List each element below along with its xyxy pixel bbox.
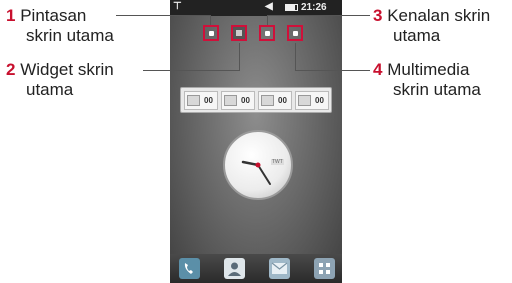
dock-bar: [170, 254, 342, 283]
email-icon: [298, 95, 311, 106]
message-icon[interactable]: [269, 258, 290, 279]
callout-number: 1: [6, 6, 16, 25]
callout-2: 2 Widget skrin utama: [6, 60, 114, 100]
leader-line-2: [143, 70, 239, 71]
clock-brand: TWT: [271, 159, 284, 165]
callout-4: 4 Multimedia skrin utama: [373, 60, 481, 100]
callout-label: Kenalan skrin: [387, 6, 491, 25]
phone-icon[interactable]: [179, 258, 200, 279]
widget-item-email[interactable]: 00: [295, 91, 329, 110]
homescreen-multimedia-marker[interactable]: [287, 25, 303, 41]
leader-line-4: [295, 70, 370, 71]
widget-count: 00: [315, 96, 324, 105]
voicemail-icon: [261, 95, 274, 106]
widget-item-voicemail[interactable]: 00: [258, 91, 292, 110]
callout-label: utama: [393, 26, 441, 45]
battery-icon: [285, 4, 298, 11]
leader-line-3: [267, 15, 370, 16]
clock-face: [241, 160, 271, 185]
homescreen-widget-marker[interactable]: [231, 25, 247, 41]
homescreen-shortcut-marker[interactable]: [203, 25, 219, 41]
leader-line-1: [116, 15, 210, 16]
homescreen-contacts-marker[interactable]: [259, 25, 275, 41]
widget-icon: [236, 30, 242, 36]
menu-glyph: [319, 263, 330, 274]
callout-number: 4: [373, 60, 383, 79]
notification-widget[interactable]: 00 00 00 00: [180, 87, 332, 113]
phone-screen: ⊤ ◀ 21:26 00 00 00 00 TWT: [170, 0, 342, 283]
speaker-icon: ◀: [265, 1, 273, 12]
analog-clock-widget[interactable]: TWT: [223, 130, 293, 200]
leader-line-1-drop: [210, 15, 211, 25]
widget-item-messages[interactable]: 00: [221, 91, 255, 110]
message-glyph: [271, 262, 288, 274]
callout-label: skrin utama: [393, 80, 481, 99]
clock-center: [255, 162, 261, 168]
widget-count: 00: [204, 96, 213, 105]
callout-number: 3: [373, 6, 383, 25]
leader-line-4-drop: [295, 43, 296, 71]
status-time: 21:26: [301, 2, 327, 13]
menu-icon[interactable]: [314, 258, 335, 279]
callout-label: Pintasan: [20, 6, 87, 25]
signal-icon: ⊤: [173, 1, 182, 12]
status-bar: ⊤ ◀ 21:26: [170, 0, 342, 16]
contacts-glyph: [228, 262, 241, 276]
widget-count: 00: [278, 96, 287, 105]
leader-line-3-rise: [267, 15, 268, 25]
callout-label: utama: [26, 80, 74, 99]
callout-label: Widget skrin: [20, 60, 114, 79]
shortcut-dot: [209, 31, 214, 36]
leader-line-2-rise: [239, 43, 240, 71]
callout-label: Multimedia: [387, 60, 470, 79]
widget-count: 00: [241, 96, 250, 105]
multimedia-dot: [293, 31, 298, 36]
envelope-icon: [224, 95, 237, 106]
phone-glyph: [184, 263, 193, 274]
callout-3: 3 Kenalan skrin utama: [373, 6, 490, 46]
contacts-dot: [265, 31, 270, 36]
missed-call-icon: [187, 95, 200, 106]
contacts-icon[interactable]: [224, 258, 245, 279]
minute-hand: [257, 164, 271, 185]
callout-1: 1 Pintasan skrin utama: [6, 6, 114, 46]
widget-item-calls[interactable]: 00: [184, 91, 218, 110]
callout-number: 2: [6, 60, 16, 79]
callout-label: skrin utama: [26, 26, 114, 45]
